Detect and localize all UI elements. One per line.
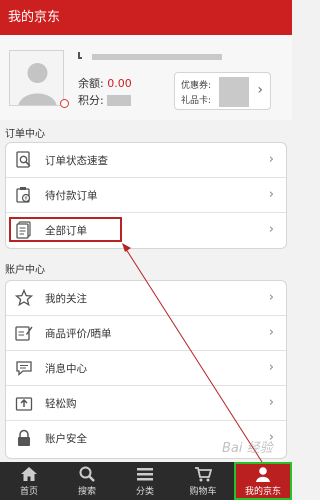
tab-label: 搜索 <box>77 487 96 497</box>
tab-label: 购物车 <box>189 487 217 497</box>
tab-home[interactable]: 首页 <box>0 462 58 500</box>
bottom-tab-bar: 首页 搜索 分类 购物车 我的京东 <box>0 462 292 500</box>
search-icon <box>79 466 95 482</box>
category-icon <box>137 468 153 481</box>
cart-icon <box>195 467 212 482</box>
tab-cart[interactable]: 购物车 <box>174 462 232 500</box>
annotation-arrow <box>122 243 263 463</box>
tab-my-jd[interactable]: 我的京东 <box>234 462 292 500</box>
watermark: Bai 经验 <box>222 441 273 456</box>
tab-label: 分类 <box>135 487 154 497</box>
user-icon <box>256 467 270 482</box>
tab-label: 我的京东 <box>244 487 281 497</box>
tab-label: 首页 <box>19 487 38 497</box>
tab-search[interactable]: 搜索 <box>58 462 116 500</box>
tab-category[interactable]: 分类 <box>116 462 174 500</box>
home-icon <box>21 467 37 481</box>
